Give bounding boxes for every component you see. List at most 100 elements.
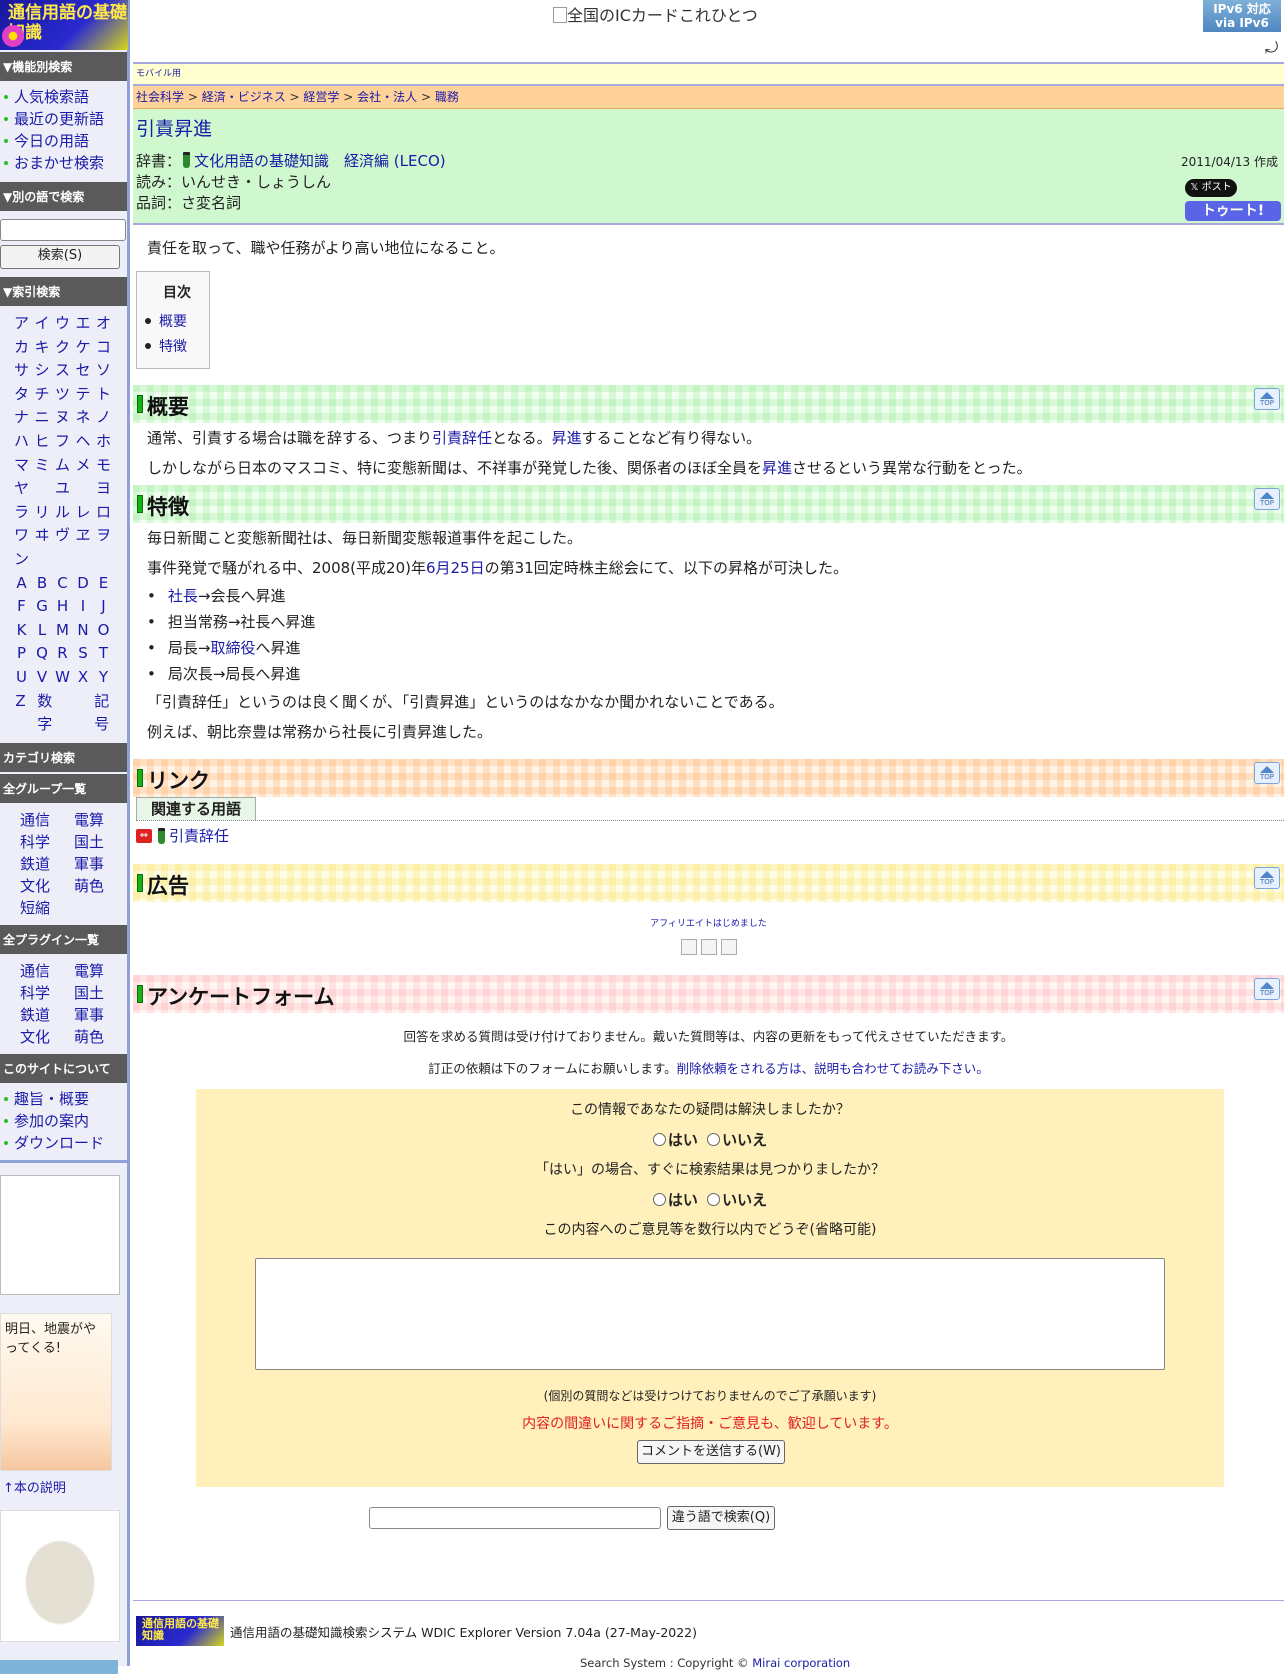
about-item-link[interactable]: 参加の案内: [14, 1110, 89, 1132]
reload-icon[interactable]: ⤾: [1265, 38, 1278, 58]
link-shoushin[interactable]: 昇進: [762, 459, 792, 477]
index-key[interactable]: Q: [34, 642, 51, 666]
group-link[interactable]: 短縮: [20, 897, 74, 919]
index-key[interactable]: ヨ: [95, 477, 112, 501]
breadcrumb-link[interactable]: 経営学: [303, 90, 339, 104]
index-key[interactable]: ノ: [95, 406, 112, 430]
index-key[interactable]: ネ: [75, 406, 92, 430]
q1-no-radio[interactable]: [707, 1133, 721, 1146]
about-item[interactable]: ダウンロード: [4, 1132, 127, 1154]
link-date[interactable]: 6月25日: [426, 559, 485, 577]
index-key[interactable]: ヤ: [13, 477, 30, 501]
index-key[interactable]: テ: [75, 383, 92, 407]
plugin-link[interactable]: 通信: [20, 960, 74, 982]
index-key[interactable]: ヘ: [75, 430, 92, 454]
index-key[interactable]: ロ: [95, 501, 112, 525]
function-search-item-link[interactable]: 今日の用語: [14, 130, 89, 152]
category-search-header[interactable]: カテゴリ検索: [0, 742, 127, 772]
function-search-item[interactable]: おまかせ検索: [4, 152, 127, 174]
index-key[interactable]: K: [13, 619, 30, 643]
index-search-header[interactable]: ▼索引検索: [0, 277, 127, 306]
q2-yes-radio[interactable]: [652, 1193, 666, 1206]
index-key[interactable]: T: [95, 642, 112, 666]
index-key[interactable]: マ: [13, 454, 30, 478]
book-description-link[interactable]: ↑本の説明: [3, 1481, 66, 1496]
index-key[interactable]: L: [34, 619, 51, 643]
x-post-button[interactable]: 𝕏 ポスト: [1185, 179, 1237, 197]
index-key[interactable]: X: [75, 666, 92, 690]
breadcrumb-link[interactable]: 経済・ビジネス: [202, 90, 286, 104]
toc-link-features[interactable]: 特徴: [159, 339, 187, 355]
group-link[interactable]: 科学: [20, 831, 74, 853]
index-key[interactable]: ハ: [13, 430, 30, 454]
index-key[interactable]: モ: [95, 454, 112, 478]
back-to-top-icon[interactable]: TOP: [1254, 978, 1280, 1000]
comment-textarea[interactable]: [255, 1258, 1165, 1370]
index-key[interactable]: ム: [54, 454, 71, 478]
index-key[interactable]: A: [13, 572, 30, 596]
breadcrumb-link[interactable]: 社会科学: [136, 90, 184, 104]
index-key[interactable]: ワ: [13, 524, 30, 548]
function-search-item[interactable]: 人気検索語: [4, 86, 127, 108]
back-to-top-icon[interactable]: TOP: [1254, 488, 1280, 510]
index-key[interactable]: コ: [95, 336, 112, 360]
plugin-link[interactable]: 電算: [74, 960, 128, 982]
index-key[interactable]: シ: [34, 359, 51, 383]
ipv6-badge[interactable]: IPv6 対応 via IPv6: [1203, 0, 1281, 32]
index-key[interactable]: 記号: [89, 690, 116, 737]
function-search-item[interactable]: 最近の更新語: [4, 108, 127, 130]
about-header[interactable]: このサイトについて: [0, 1053, 127, 1083]
index-key[interactable]: G: [34, 595, 51, 619]
index-key[interactable]: ユ: [54, 477, 71, 501]
group-link[interactable]: 電算: [74, 809, 128, 831]
other-word-search-button[interactable]: 違う語で検索(Q): [667, 1506, 775, 1530]
index-key[interactable]: ス: [54, 359, 71, 383]
index-key[interactable]: P: [13, 642, 30, 666]
ic-card-banner[interactable]: 全国のICカードこれひとつ: [553, 2, 758, 26]
index-key[interactable]: ヰ: [34, 524, 51, 548]
index-key[interactable]: チ: [34, 383, 51, 407]
link-shoushin[interactable]: 昇進: [552, 429, 582, 447]
index-key[interactable]: M: [54, 619, 71, 643]
index-key[interactable]: ヲ: [95, 524, 112, 548]
group-link[interactable]: 通信: [20, 809, 74, 831]
index-key[interactable]: F: [13, 595, 30, 619]
index-key[interactable]: ン: [13, 548, 30, 572]
ad-image[interactable]: [720, 939, 737, 955]
index-key[interactable]: リ: [34, 501, 51, 525]
index-key[interactable]: ル: [54, 501, 71, 525]
book-cover-image[interactable]: 明日、地震がやってくる!: [0, 1312, 112, 1471]
link-shachou[interactable]: 社長: [168, 587, 198, 605]
index-key[interactable]: ヴ: [54, 524, 71, 548]
index-key[interactable]: J: [95, 595, 112, 619]
breadcrumb-link[interactable]: 会社・法人: [357, 90, 417, 104]
affiliate-link[interactable]: アフィリエイトはじめました: [650, 919, 767, 929]
index-key[interactable]: イ: [34, 312, 51, 336]
other-word-search-header[interactable]: ▼別の語で検索: [0, 182, 127, 211]
about-item-link[interactable]: ダウンロード: [14, 1132, 104, 1154]
sidebar-search-input[interactable]: [0, 219, 126, 241]
function-search-item-link[interactable]: 人気検索語: [14, 86, 89, 108]
index-key[interactable]: カ: [13, 336, 30, 360]
group-link[interactable]: 萌色: [74, 875, 128, 897]
about-item[interactable]: 趣旨・概要: [4, 1088, 127, 1110]
ad-image[interactable]: [680, 939, 697, 955]
plugin-link[interactable]: 文化: [20, 1026, 74, 1048]
index-key[interactable]: C: [54, 572, 71, 596]
function-search-item[interactable]: 今日の用語: [4, 130, 127, 152]
sidebar-banner-image[interactable]: [0, 1174, 120, 1295]
toc-link-overview[interactable]: 概要: [159, 314, 187, 330]
index-key[interactable]: メ: [75, 454, 92, 478]
index-key[interactable]: ト: [95, 383, 112, 407]
index-key[interactable]: O: [95, 619, 112, 643]
site-logo[interactable]: 通信用語の基礎知識: [0, 0, 128, 50]
about-item[interactable]: 参加の案内: [4, 1110, 127, 1132]
index-key[interactable]: H: [54, 595, 71, 619]
q1-yes-radio[interactable]: [652, 1133, 666, 1146]
plugin-link[interactable]: 萌色: [74, 1026, 128, 1048]
group-link[interactable]: 軍事: [74, 853, 128, 875]
send-comment-button[interactable]: コメントを送信する(W): [637, 1440, 785, 1464]
footer-logo[interactable]: 通信用語の基礎知識: [136, 1616, 224, 1646]
mobile-link[interactable]: モバイル用: [136, 69, 181, 79]
index-key[interactable]: 数字: [32, 690, 59, 737]
